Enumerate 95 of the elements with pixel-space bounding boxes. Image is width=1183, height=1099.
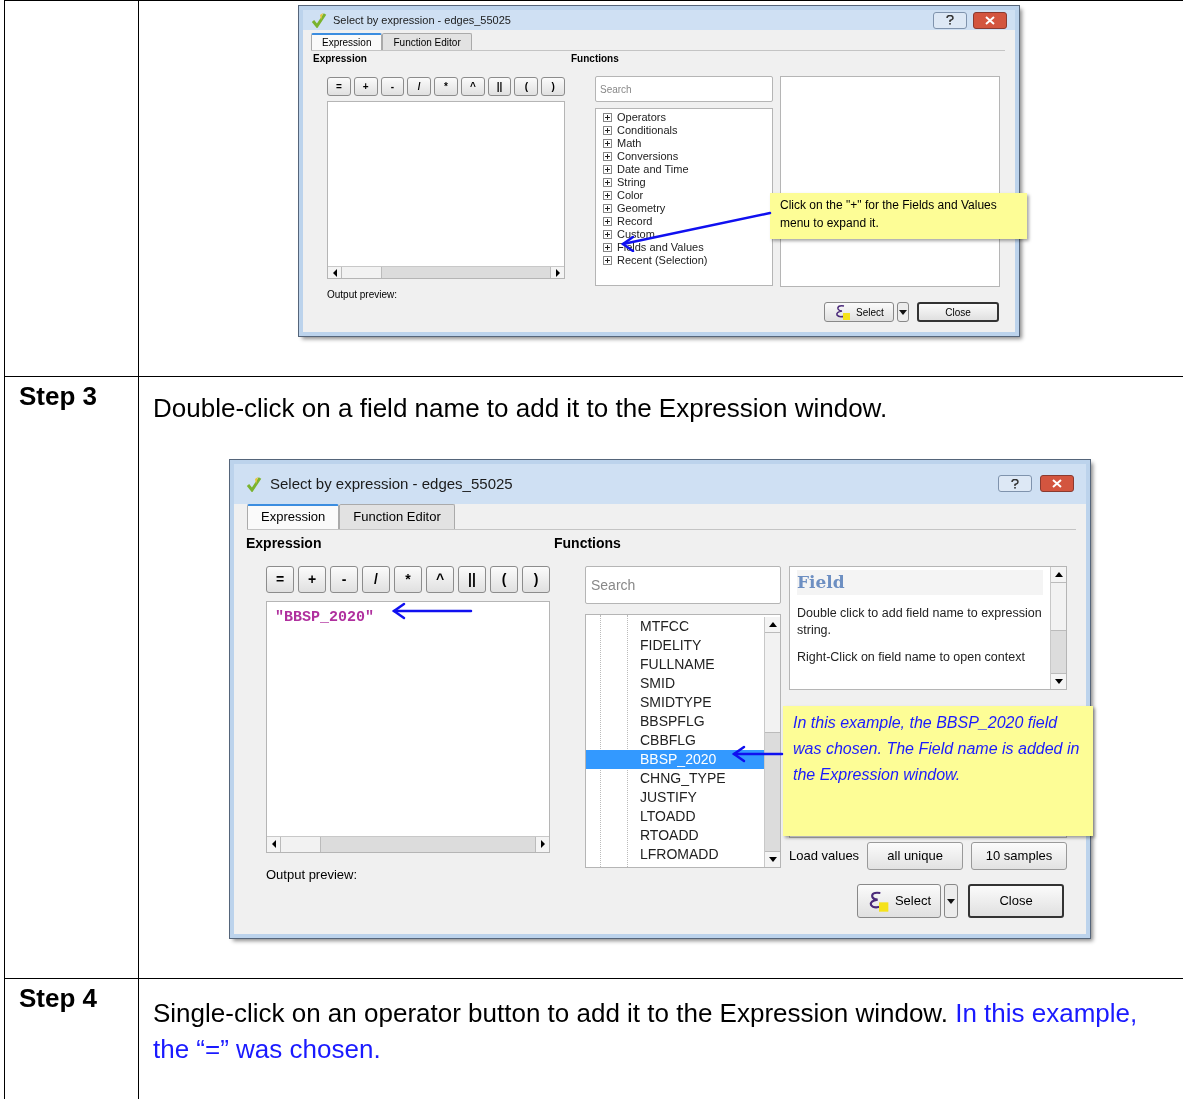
step-label: Step 4 xyxy=(19,982,99,1015)
tree-item[interactable]: MTFCC xyxy=(586,616,764,636)
tree-item[interactable]: SMIDTYPE xyxy=(586,692,764,712)
function-tree[interactable]: MTFCC FIDELITY FULLNAME SMID SMIDTYPE BBSPFLG CBBFLG BBSP_2020 CHNG_TYPE JUSTIFY LTOADD RTOADD LFROMADD xyxy=(585,613,781,868)
instruction-text: Single-click on an operator button to add it to the Expression window. In this example, the “=” was chosen. xyxy=(153,997,1139,1066)
close-button[interactable] xyxy=(1040,475,1074,493)
help-heading: Field xyxy=(797,569,1043,596)
section-label: Expression xyxy=(246,534,323,554)
load-values-button[interactable]: 10 samples xyxy=(971,841,1067,870)
operator-button[interactable]: * xyxy=(434,76,458,96)
load-values-label: Load values xyxy=(789,846,860,865)
expand-icon[interactable] xyxy=(603,165,612,174)
operator-button[interactable]: + xyxy=(298,565,326,593)
expand-icon[interactable] xyxy=(603,256,612,265)
tree-item[interactable]: RTOADD xyxy=(586,825,764,845)
vertical-scrollbar[interactable] xyxy=(1050,566,1066,689)
expand-icon[interactable] xyxy=(603,243,612,252)
expand-icon[interactable] xyxy=(603,139,612,148)
tree-item[interactable]: FIDELITY xyxy=(586,635,764,655)
callout-tooltip: In this example, the BBSP_2020 field was chosen. The Field name is added in the Expression window. xyxy=(783,706,1093,836)
caret-icon xyxy=(899,309,907,315)
load-values-button[interactable]: all unique xyxy=(867,841,964,870)
help-button[interactable] xyxy=(998,475,1032,493)
horizontal-scrollbar[interactable] xyxy=(267,835,549,852)
operator-button[interactable]: || xyxy=(458,565,486,593)
expand-icon[interactable] xyxy=(603,230,612,239)
help-text: Double click to add field name to expression string. xyxy=(797,605,1043,640)
vertical-scrollbar[interactable] xyxy=(764,616,780,867)
operator-button[interactable]: * xyxy=(394,565,422,593)
window-title: Select by expression - edges_55025 xyxy=(270,473,513,494)
expand-icon[interactable] xyxy=(603,178,612,187)
tree-item[interactable]: SMID xyxy=(586,673,764,693)
operator-button[interactable]: - xyxy=(380,76,405,96)
operator-button[interactable]: / xyxy=(407,76,432,96)
window-title: Select by expression - edges_55025 xyxy=(333,12,511,28)
operator-button[interactable]: ) xyxy=(522,565,550,593)
tab[interactable]: Function Editor xyxy=(382,33,472,50)
close-button[interactable] xyxy=(973,11,1007,29)
tree-item[interactable]: CHNG_TYPE xyxy=(586,768,764,788)
operator-button[interactable]: ) xyxy=(541,76,566,96)
section-label: Expression xyxy=(313,51,368,66)
tree-item[interactable]: BBSPFLG xyxy=(586,711,764,731)
expression-text: "BBSP_2020" xyxy=(275,608,375,626)
operator-button[interactable]: - xyxy=(330,565,358,593)
horizontal-scrollbar[interactable] xyxy=(328,266,564,278)
help-icon xyxy=(1011,478,1019,489)
tab[interactable]: Function Editor xyxy=(339,503,455,529)
expand-icon[interactable] xyxy=(603,113,612,122)
expand-icon[interactable] xyxy=(603,152,612,161)
tab[interactable]: Expression xyxy=(311,33,383,50)
operator-button[interactable]: ( xyxy=(490,565,518,593)
operator-button[interactable]: ( xyxy=(514,76,539,96)
close-icon xyxy=(1052,479,1062,489)
tree-item[interactable]: LFROMADD xyxy=(586,844,764,864)
help-text: Right-Click on field name to open context xyxy=(797,649,1026,667)
output-preview-label: Output preview: xyxy=(327,288,399,302)
epsilon-icon xyxy=(834,303,853,321)
section-label: Functions xyxy=(571,51,619,66)
expand-icon[interactable] xyxy=(603,191,612,200)
tree-item[interactable]: JUSTIFY xyxy=(586,787,764,807)
operator-button[interactable]: ^ xyxy=(460,76,485,96)
callout-tooltip: Click on the "+" for the Fields and Values menu to expand it. xyxy=(770,193,1027,239)
select-button[interactable]: Select xyxy=(857,884,941,918)
help-icon xyxy=(946,15,954,25)
expand-icon[interactable] xyxy=(603,217,612,226)
search-field[interactable]: Search xyxy=(595,76,773,102)
close-dialog-button[interactable]: Close xyxy=(917,302,999,322)
expression-editor[interactable]: "BBSP_2020" xyxy=(266,600,550,853)
select-button[interactable]: Select xyxy=(824,302,894,322)
tab[interactable]: Expression xyxy=(247,503,340,529)
step-label: Step 3 xyxy=(19,380,99,413)
operator-button[interactable]: || xyxy=(487,76,512,96)
output-preview-label: Output preview: xyxy=(266,865,359,884)
tree-item[interactable]: CBBFLG xyxy=(586,730,764,750)
operator-button[interactable]: = xyxy=(266,565,294,593)
close-icon xyxy=(985,15,995,25)
pencil-check-icon xyxy=(246,475,262,492)
section-label: Functions xyxy=(554,534,621,554)
operator-button[interactable]: ^ xyxy=(426,565,454,593)
tree-item[interactable]: FULLNAME xyxy=(586,654,764,674)
help-button[interactable] xyxy=(933,11,967,29)
dropdown-button[interactable] xyxy=(897,302,909,322)
pencil-check-icon xyxy=(311,12,327,28)
dropdown-button[interactable] xyxy=(944,884,958,918)
operator-button[interactable]: = xyxy=(327,76,351,96)
close-dialog-button[interactable]: Close xyxy=(968,884,1064,918)
operator-button[interactable]: / xyxy=(362,565,390,593)
tree-item[interactable]: LTOADD xyxy=(586,806,764,826)
search-field[interactable]: Search xyxy=(585,565,781,604)
expand-icon[interactable] xyxy=(603,204,612,213)
tree-item[interactable]: Recent (Selection) xyxy=(617,252,708,269)
expand-icon[interactable] xyxy=(603,126,612,135)
caret-icon xyxy=(947,898,955,904)
operator-button[interactable]: + xyxy=(353,76,378,96)
instruction-text: Double-click on a field name to add it to the Expression window. xyxy=(153,392,889,425)
